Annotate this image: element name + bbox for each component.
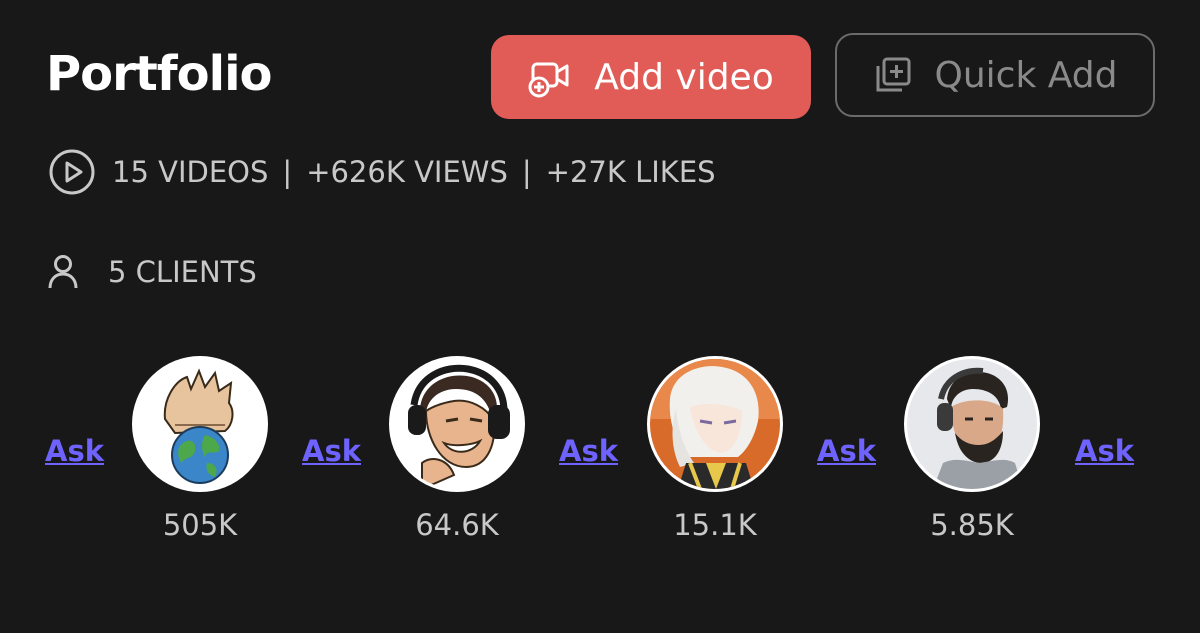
- clients-summary: 5 CLIENTS: [48, 248, 257, 296]
- client-views-count: 15.1K: [673, 508, 757, 542]
- client-card: 15.1K: [647, 356, 783, 542]
- client-card: 64.6K: [389, 356, 525, 542]
- ask-link[interactable]: Ask: [1075, 434, 1134, 468]
- ask-link[interactable]: Ask: [817, 434, 876, 468]
- views-count: +626K VIEWS: [306, 155, 508, 189]
- quick-add-button[interactable]: Quick Add: [835, 33, 1155, 117]
- page-title: Portfolio: [46, 46, 273, 102]
- client-views-count: 64.6K: [415, 508, 499, 542]
- stats-separator: |: [282, 155, 293, 189]
- ask-link[interactable]: Ask: [559, 434, 618, 468]
- client-card: 5.85K: [904, 356, 1040, 542]
- videos-count: 15 VIDEOS: [112, 155, 269, 189]
- client-views-count: 505K: [162, 508, 238, 542]
- stack-add-icon: [873, 55, 913, 95]
- stats-separator: |: [521, 155, 532, 189]
- add-video-label: Add video: [594, 56, 774, 98]
- bearded-man-avatar[interactable]: [904, 356, 1040, 492]
- anime-character-avatar[interactable]: [647, 356, 783, 492]
- user-icon: [48, 254, 78, 290]
- clients-count: 5 CLIENTS: [108, 255, 257, 289]
- client-views-count: 5.85K: [930, 508, 1014, 542]
- likes-count: +27K LIKES: [545, 155, 716, 189]
- hand-globe-avatar[interactable]: [132, 356, 268, 492]
- add-video-button[interactable]: Add video: [491, 35, 811, 119]
- headphones-cartoon-avatar[interactable]: [389, 356, 525, 492]
- quick-add-label: Quick Add: [934, 54, 1118, 96]
- video-add-icon: [528, 55, 572, 99]
- client-card: 505K: [132, 356, 268, 542]
- play-circle-icon: [48, 148, 96, 196]
- ask-link[interactable]: Ask: [45, 434, 104, 468]
- portfolio-stats: 15 VIDEOS | +626K VIEWS | +27K LIKES: [48, 146, 716, 198]
- ask-link[interactable]: Ask: [302, 434, 361, 468]
